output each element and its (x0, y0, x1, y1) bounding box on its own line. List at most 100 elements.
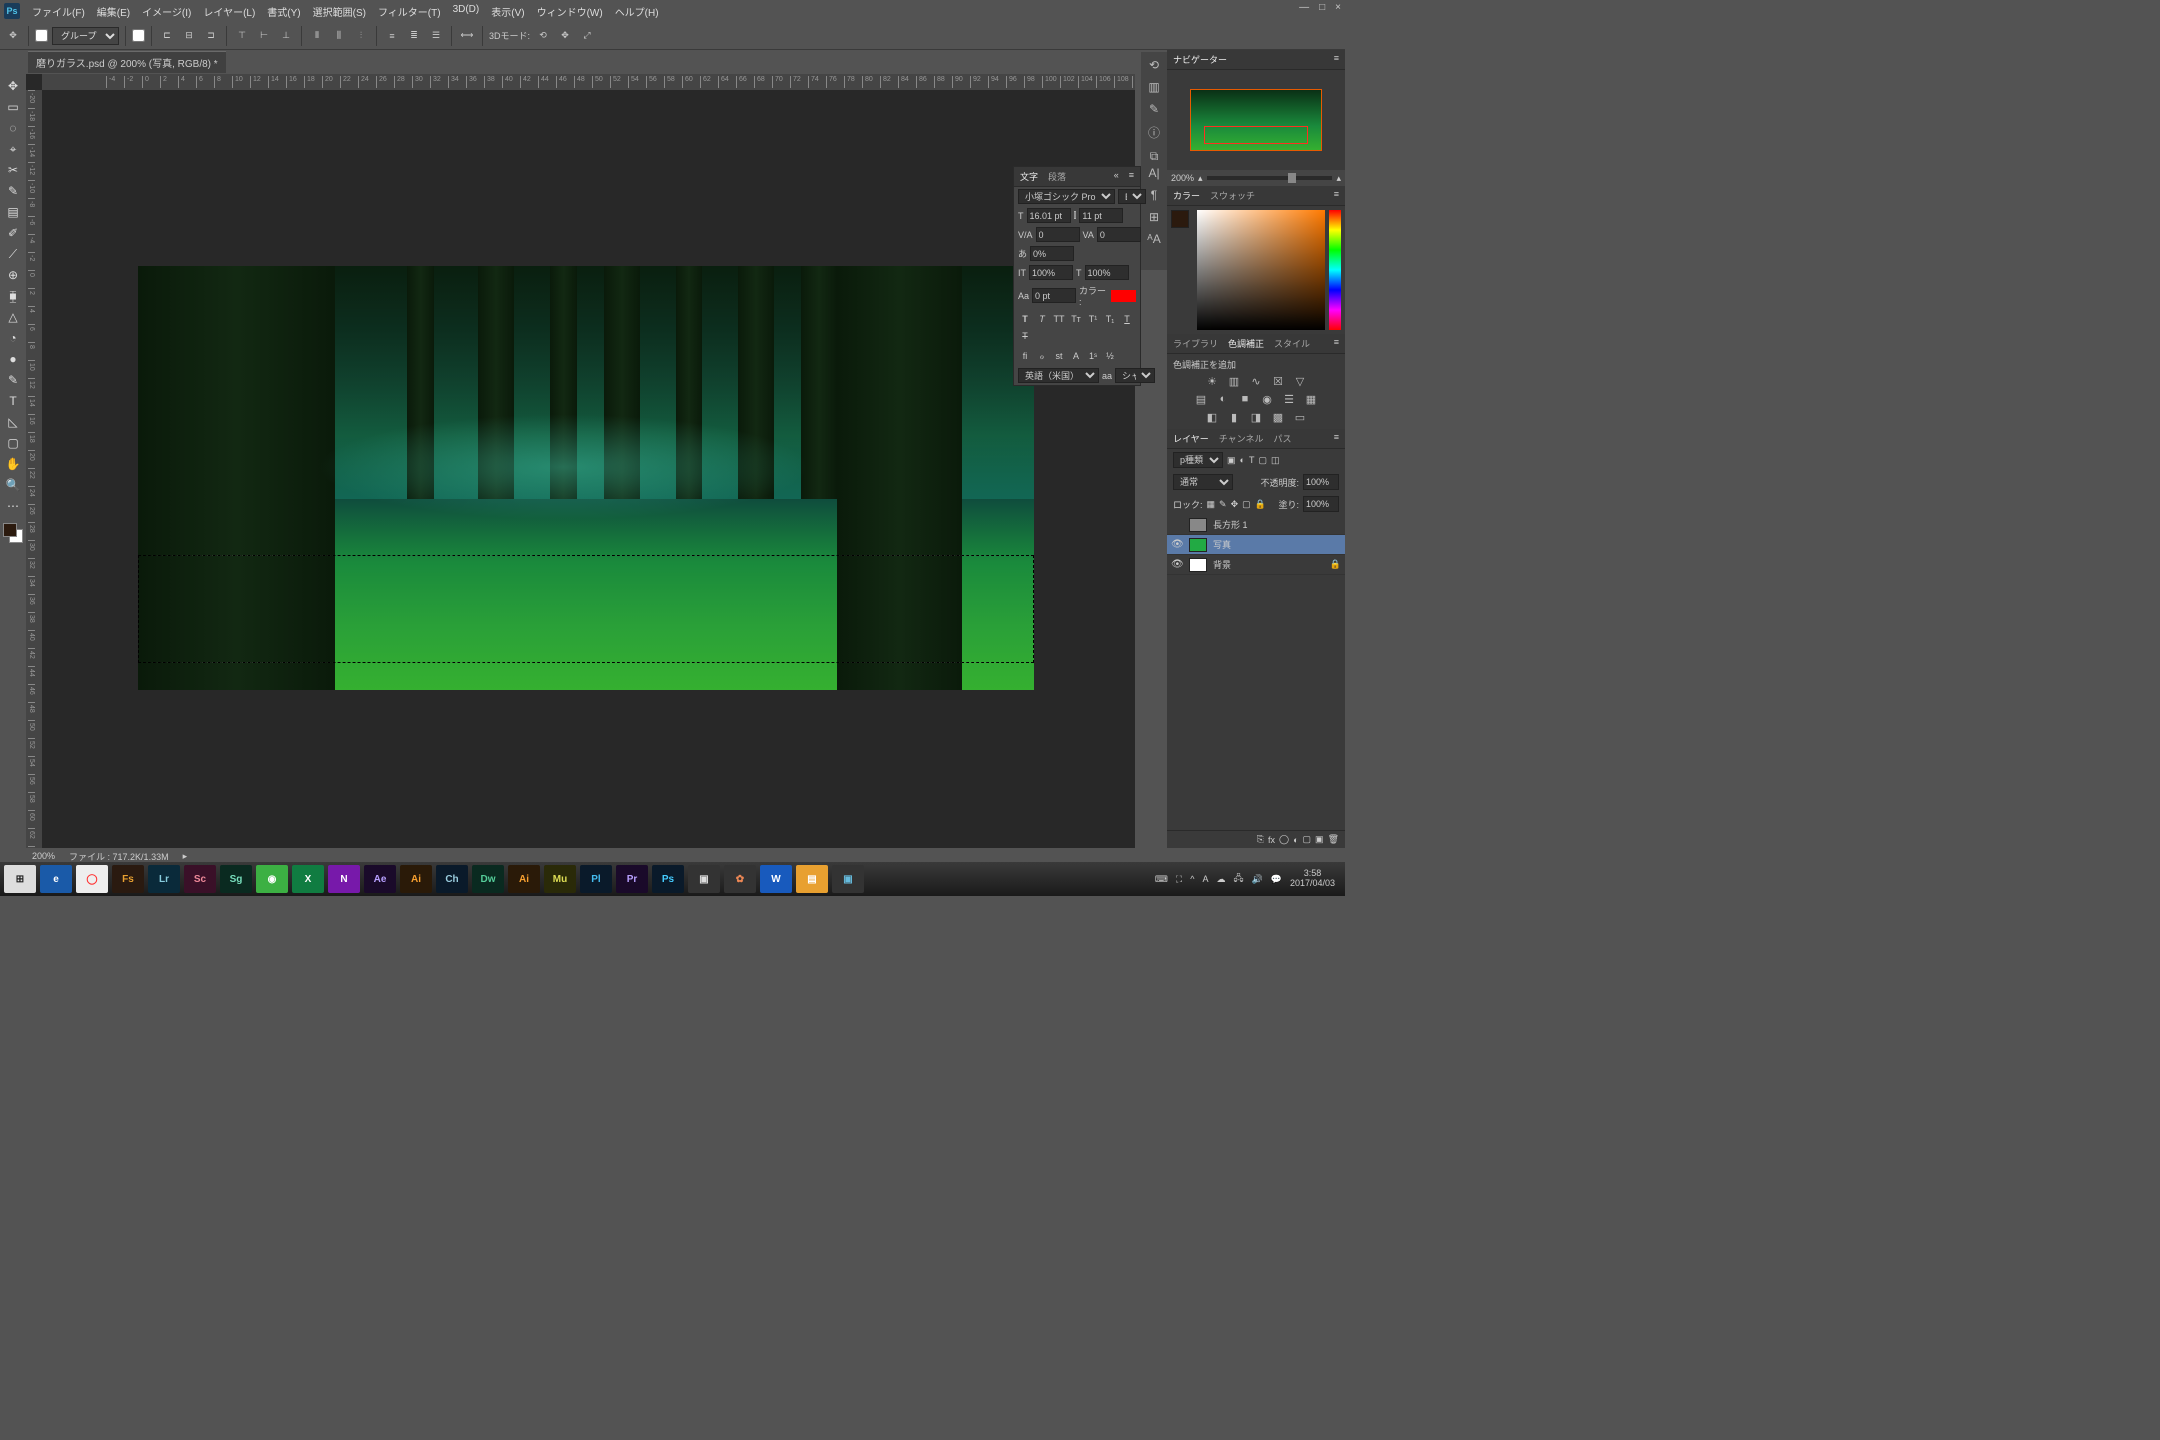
leading-input[interactable] (1079, 208, 1123, 223)
fill-input[interactable] (1303, 496, 1339, 512)
hscale-input[interactable] (1085, 265, 1129, 280)
titling-icon[interactable]: A (1069, 349, 1083, 363)
font-style-select[interactable]: B (1118, 189, 1146, 204)
histogram-icon[interactable]: ▥ (1148, 80, 1159, 94)
zoom-in-icon[interactable]: ▴ (1336, 173, 1341, 184)
smallcaps-icon[interactable]: Tᴛ (1069, 312, 1083, 326)
taskbar-app[interactable]: ◉ (256, 865, 288, 893)
tsume-input[interactable] (1030, 246, 1074, 261)
taskbar-app[interactable]: Ai (508, 865, 540, 893)
zoom-out-icon[interactable]: ▴ (1198, 173, 1203, 184)
brightness-icon[interactable]: ☀ (1204, 375, 1220, 389)
taskbar-app[interactable]: Mu (544, 865, 576, 893)
newadj-icon[interactable]: ◐ (1293, 835, 1298, 845)
tool-item[interactable]: △ (2, 307, 24, 327)
mask-icon[interactable]: ◯ (1279, 834, 1289, 845)
tab-layers[interactable]: レイヤー (1173, 432, 1209, 445)
vibrance-icon[interactable]: ▽ (1292, 375, 1308, 389)
font-size-input[interactable] (1027, 208, 1071, 223)
taskbar-app[interactable]: Fs (112, 865, 144, 893)
tool-item[interactable]: ✐ (2, 223, 24, 243)
taskbar-app[interactable]: Sg (220, 865, 252, 893)
blend-select[interactable]: 通常 (1173, 474, 1233, 490)
tray-up-icon[interactable]: ^ (1190, 874, 1194, 884)
strike-icon[interactable]: T (1018, 329, 1032, 343)
action-icon[interactable]: 💬 (1271, 874, 1282, 885)
navigator-thumbnail[interactable] (1190, 89, 1322, 151)
canvas-area[interactable]: -4-2024681012141618202224262830323436384… (26, 74, 1135, 848)
taskbar-app[interactable]: ▣ (688, 865, 720, 893)
autoselect-checkbox[interactable] (35, 29, 48, 42)
swash-icon[interactable]: ℴ (1035, 349, 1049, 363)
taskbar-app[interactable]: Lr (148, 865, 180, 893)
taskbar-app[interactable]: Pr (616, 865, 648, 893)
clock[interactable]: 3:58 2017/04/03 (1290, 869, 1341, 889)
baseline-input[interactable] (1032, 288, 1076, 303)
taskbar-app[interactable]: Ai (400, 865, 432, 893)
fx-icon[interactable]: fx (1268, 835, 1275, 845)
tool-item[interactable]: ▢ (2, 433, 24, 453)
underline-icon[interactable]: T (1120, 312, 1134, 326)
bw-icon[interactable]: ■ (1237, 393, 1253, 407)
spacing-icon[interactable]: ⟷ (458, 27, 476, 45)
panel-menu-icon[interactable]: ≡ (1334, 337, 1339, 350)
panel-menu-icon[interactable]: ≡ (1334, 189, 1339, 202)
levels-icon[interactable]: ▥ (1226, 375, 1242, 389)
filter-pixel-icon[interactable]: ▣ (1227, 455, 1236, 466)
tool-item[interactable]: 🔍 (2, 475, 24, 495)
taskbar-app[interactable]: N (328, 865, 360, 893)
taskbar-app[interactable]: ⊞ (4, 865, 36, 893)
tab-libraries[interactable]: ライブラリ (1173, 337, 1218, 350)
menu-item[interactable]: 編集(E) (91, 4, 136, 19)
panel-menu-icon[interactable]: ≡ (1129, 170, 1134, 183)
curves-icon[interactable]: ∿ (1248, 375, 1264, 389)
collapse-icon[interactable]: « (1114, 170, 1119, 183)
char-icon[interactable]: A| (1148, 166, 1159, 180)
fractions-icon[interactable]: ½ (1103, 349, 1117, 363)
chevron-right-icon[interactable]: ▸ (183, 851, 188, 862)
menu-item[interactable]: フィルター(T) (372, 4, 447, 19)
allcaps-icon[interactable]: TT (1052, 312, 1066, 326)
colorbal-icon[interactable]: ◐ (1215, 393, 1231, 407)
move-tool-icon[interactable]: ✥ (4, 27, 22, 45)
align-top-icon[interactable]: ⊤ (233, 27, 251, 45)
layer-row[interactable]: 👁 写真 (1167, 535, 1345, 555)
ordinal-icon[interactable]: 1ˢ (1086, 349, 1100, 363)
tool-item[interactable]: ✎ (2, 181, 24, 201)
bold-icon[interactable]: T (1018, 312, 1032, 326)
newlayer-icon[interactable]: ▣ (1315, 834, 1324, 845)
notes-icon[interactable]: ✎ (1149, 102, 1159, 116)
bounds-checkbox[interactable] (132, 29, 145, 42)
lang-select[interactable]: 英語（米国） (1018, 368, 1099, 383)
exposure-icon[interactable]: ☒ (1270, 375, 1286, 389)
visibility-icon[interactable]: 👁 (1171, 559, 1183, 570)
taskbar-app[interactable]: Ps (652, 865, 684, 893)
filter-kind-select[interactable]: p種類 (1173, 452, 1223, 468)
minimize-icon[interactable]: — (1299, 2, 1309, 13)
taskbar-app[interactable]: Ae (364, 865, 396, 893)
liga-icon[interactable]: fi (1018, 349, 1032, 363)
tool-item[interactable]: ▭ (2, 97, 24, 117)
menu-item[interactable]: 選択範囲(S) (307, 4, 372, 19)
link-icon[interactable]: ⎘ (1257, 834, 1264, 845)
tab-channels[interactable]: チャンネル (1219, 432, 1264, 445)
maximize-icon[interactable]: □ (1319, 2, 1325, 13)
align-right-icon[interactable]: ⊐ (202, 27, 220, 45)
zoom-slider[interactable] (1207, 176, 1333, 180)
tool-item[interactable]: ⋯ (2, 496, 24, 516)
tab-swatches[interactable]: スウォッチ (1210, 189, 1255, 202)
tool-item[interactable]: ⌖ (2, 139, 24, 159)
kerning-input[interactable] (1036, 227, 1080, 242)
zoom3d-icon[interactable]: ⤢ (578, 27, 596, 45)
volume-icon[interactable]: 🔊 (1252, 874, 1263, 885)
tab-styles[interactable]: スタイル (1274, 337, 1310, 350)
taskbar-app[interactable]: Dw (472, 865, 504, 893)
hue-slider[interactable] (1329, 210, 1341, 330)
lang-icon[interactable]: A (1202, 874, 1208, 884)
ime-icon[interactable]: ⌨ (1155, 874, 1168, 885)
filter-type-icon[interactable]: T (1249, 455, 1255, 465)
network-icon[interactable]: 🖧 (1233, 871, 1243, 887)
selcolor-icon[interactable]: ▩ (1270, 411, 1286, 425)
panel-menu-icon[interactable]: ≡ (1334, 432, 1339, 445)
antialias-select[interactable]: シャープ (1115, 368, 1155, 383)
